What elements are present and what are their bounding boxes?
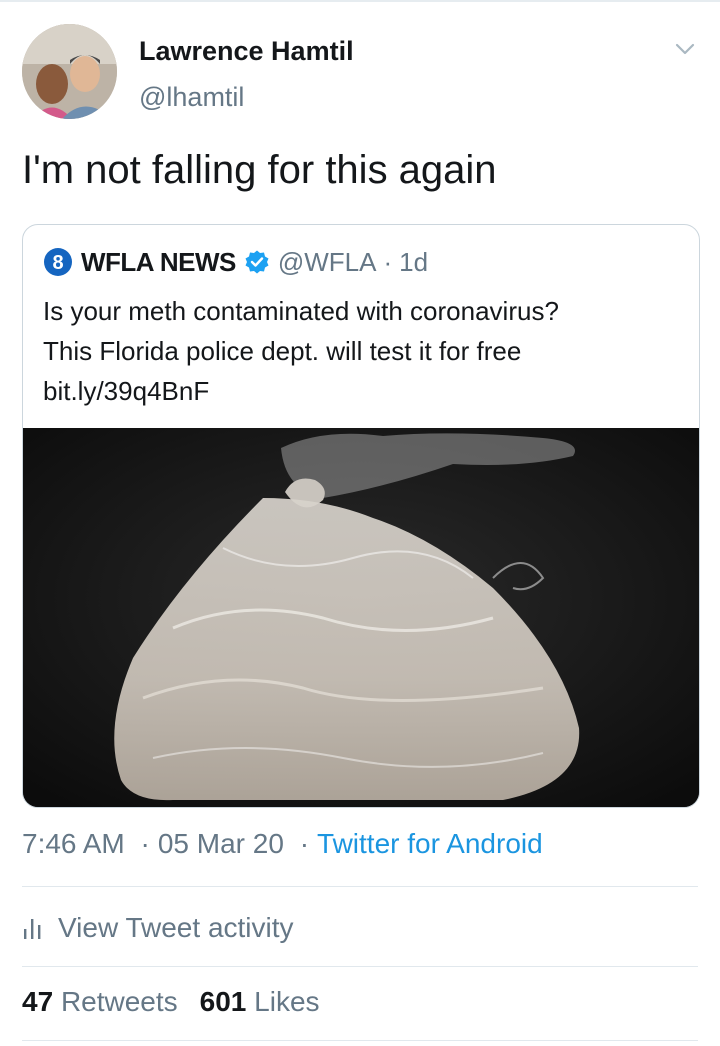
view-tweet-activity[interactable]: View Tweet activity	[22, 906, 294, 950]
bar-chart-icon	[24, 919, 41, 939]
quoted-tweet-image[interactable]	[23, 428, 699, 807]
divider	[22, 1040, 698, 1041]
divider	[22, 886, 698, 887]
likes-stat[interactable]: 601 Likes	[200, 986, 320, 1017]
quoted-age: 1d	[399, 246, 429, 277]
tweet-text: I'm not falling for this again	[22, 148, 497, 192]
top-divider	[0, 0, 720, 2]
divider	[22, 966, 698, 967]
author-avatar[interactable]	[22, 24, 117, 119]
tweet-header: Lawrence Hamtil @lhamtil	[22, 24, 702, 120]
quoted-text-line: Is your meth contaminated with coronavir…	[43, 296, 559, 326]
author-name[interactable]: Lawrence Hamtil	[139, 36, 354, 67]
chevron-down-icon[interactable]	[672, 36, 698, 62]
quoted-tweet-text: Is your meth contaminated with coronavir…	[43, 291, 683, 411]
tweet-date: 05 Mar 20	[157, 828, 284, 859]
likes-count: 601	[199, 986, 247, 1017]
quoted-author-handle[interactable]: @WFLA	[278, 247, 377, 278]
svg-text:8: 8	[52, 252, 63, 274]
tweet-meta: 7:46 AM · 05 Mar 20 · Twitter for Android	[22, 828, 543, 860]
tweet-source-link[interactable]: Twitter for Android	[317, 828, 543, 859]
tweet-stats: 47 Retweets 601 Likes	[22, 986, 320, 1018]
quoted-tweet[interactable]: 8 WFLA NEWS @WFLA · 1d Is your meth cont…	[22, 224, 700, 808]
retweets-count: 47	[22, 986, 54, 1017]
view-tweet-activity-label: View Tweet activity	[58, 912, 294, 943]
author-handle[interactable]: @lhamtil	[139, 82, 244, 113]
quoted-author-name[interactable]: WFLA NEWS	[81, 247, 236, 278]
likes-label: Likes	[254, 986, 320, 1017]
retweets-label: Retweets	[60, 986, 178, 1017]
wfla-8-logo: 8	[44, 248, 72, 276]
tweet-time: 7:46 AM	[22, 828, 125, 859]
quoted-link[interactable]: bit.ly/39q4BnF	[43, 371, 683, 411]
meta-separator: ·	[140, 828, 150, 859]
verified-badge-icon	[245, 250, 269, 274]
quoted-separator: ·	[383, 246, 393, 277]
quoted-tweet-header: 8 WFLA NEWS @WFLA · 1d	[43, 247, 428, 277]
quoted-text-line: This Florida police dept. will test it f…	[43, 336, 522, 366]
retweets-stat[interactable]: 47 Retweets	[22, 986, 178, 1017]
meta-separator: ·	[299, 828, 310, 859]
